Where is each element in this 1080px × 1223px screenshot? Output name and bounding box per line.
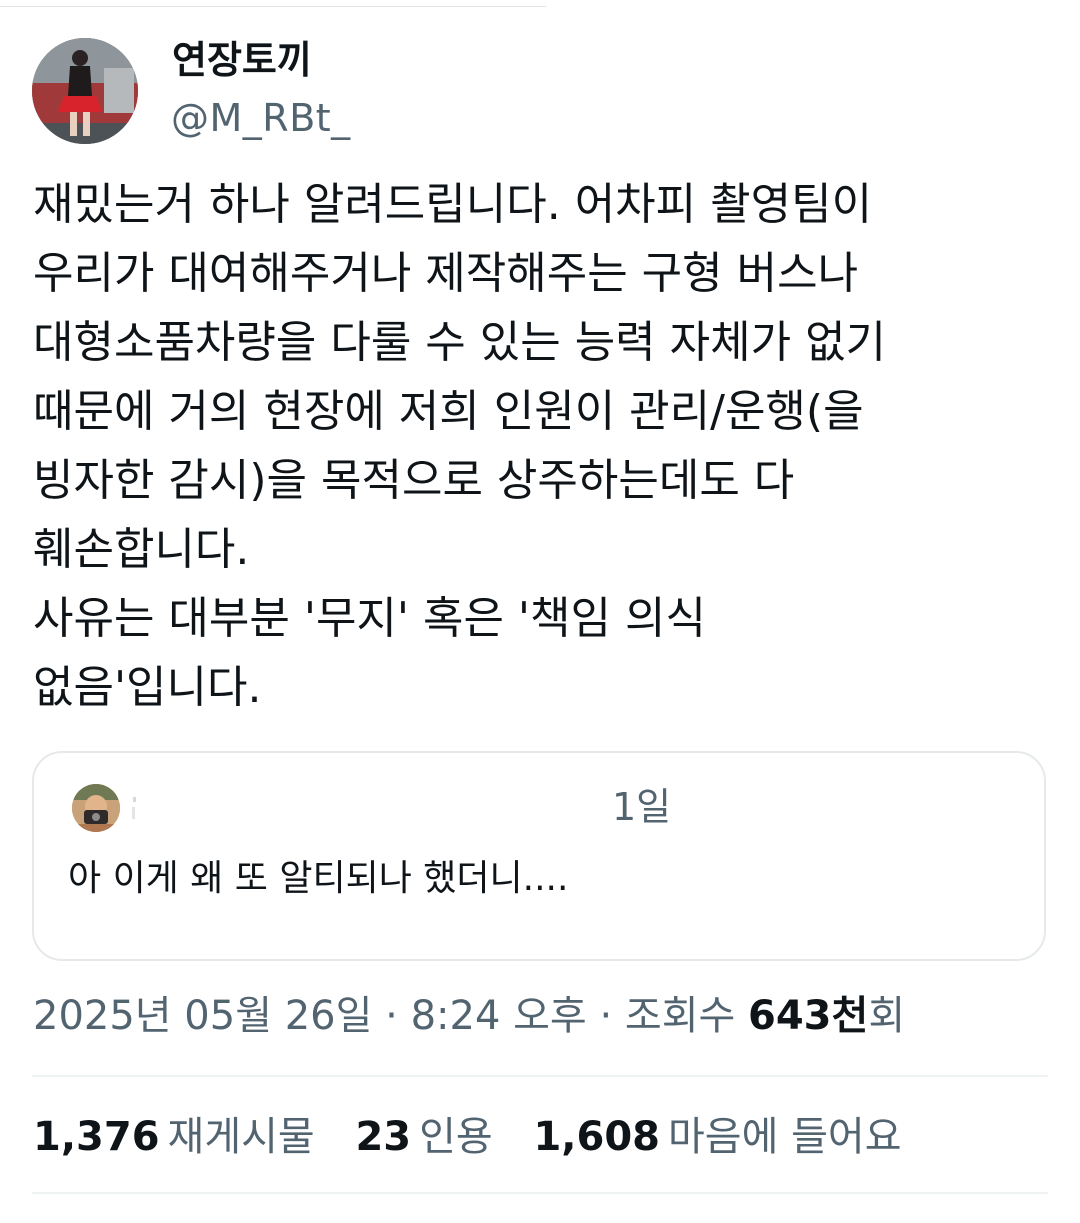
author-avatar[interactable] bbox=[32, 38, 138, 144]
divider bbox=[32, 1192, 1048, 1194]
quoted-tweet-time[interactable]: 1일 bbox=[612, 781, 671, 833]
quoted-avatar-image bbox=[72, 784, 120, 832]
reposts-label: 재게시물 bbox=[167, 1114, 315, 1160]
tweet-text-line: 재밌는거 하나 알려드립니다. 어차피 촬영팀이 bbox=[33, 179, 873, 230]
tweet-date[interactable]: 2025년 05월 26일 bbox=[33, 993, 372, 1039]
tweet-text-line: 우리가 대여해주거나 제작해주는 구형 버스나 bbox=[33, 248, 859, 299]
tweet-text-line: 사유는 대부분 '무지' 혹은 '책임 의식 bbox=[33, 593, 706, 644]
likes-stat[interactable]: 1,608 마음에 들어요 bbox=[533, 1108, 901, 1166]
views-count[interactable]: 643천 bbox=[748, 993, 868, 1039]
author-name[interactable]: 연장토끼 bbox=[172, 34, 312, 86]
likes-count: 1,608 bbox=[533, 1114, 660, 1160]
reposts-stat[interactable]: 1,376 재게시물 bbox=[33, 1108, 315, 1166]
quoted-author-name-redacted bbox=[132, 797, 136, 819]
tweet-text-line: 때문에 거의 현장에 저희 인원이 관리/운행(을 bbox=[33, 386, 864, 437]
tweet-text-line: 대형소품차량을 다룰 수 있는 능력 자체가 없기 bbox=[33, 317, 887, 368]
author-handle[interactable]: @M_RBt_ bbox=[171, 92, 351, 144]
quotes-count: 23 bbox=[355, 1114, 412, 1160]
author-avatar-image bbox=[32, 38, 138, 144]
quoted-tweet-text: 아 이게 왜 또 알티되나 했더니.... bbox=[68, 858, 569, 899]
tweet-text-line: 없음'입니다. bbox=[33, 662, 262, 713]
meta-separator: · bbox=[385, 993, 398, 1039]
tweet-text-line: 훼손합니다. bbox=[33, 524, 250, 575]
quoted-author-avatar[interactable] bbox=[72, 784, 120, 832]
top-divider bbox=[0, 6, 546, 7]
views-suffix: 회 bbox=[868, 993, 906, 1039]
tweet-time[interactable]: 8:24 오후 bbox=[411, 993, 587, 1039]
quotes-stat[interactable]: 23 인용 bbox=[355, 1108, 492, 1166]
tweet-meta: 2025년 05월 26일 · 8:24 오후 · 조회수 643천회 bbox=[33, 988, 905, 1044]
tweet-text-line: 빙자한 감시)을 목적으로 상주하는데도 다 bbox=[33, 455, 795, 506]
likes-label: 마음에 들어요 bbox=[667, 1114, 902, 1160]
quotes-label: 인용 bbox=[419, 1114, 493, 1160]
meta-separator: · bbox=[599, 993, 613, 1039]
quoted-tweet-card[interactable]: 1일 아 이게 왜 또 알티되나 했더니.... bbox=[32, 751, 1046, 961]
tweet-text: 재밌는거 하나 알려드립니다. 어차피 촬영팀이 우리가 대여해주거나 제작해주… bbox=[33, 170, 1053, 722]
engagement-stats: 1,376 재게시물 23 인용 1,608 마음에 들어요 bbox=[33, 1108, 930, 1166]
divider bbox=[32, 1075, 1048, 1077]
reposts-count: 1,376 bbox=[33, 1114, 160, 1160]
views-label: 조회수 bbox=[624, 993, 736, 1039]
